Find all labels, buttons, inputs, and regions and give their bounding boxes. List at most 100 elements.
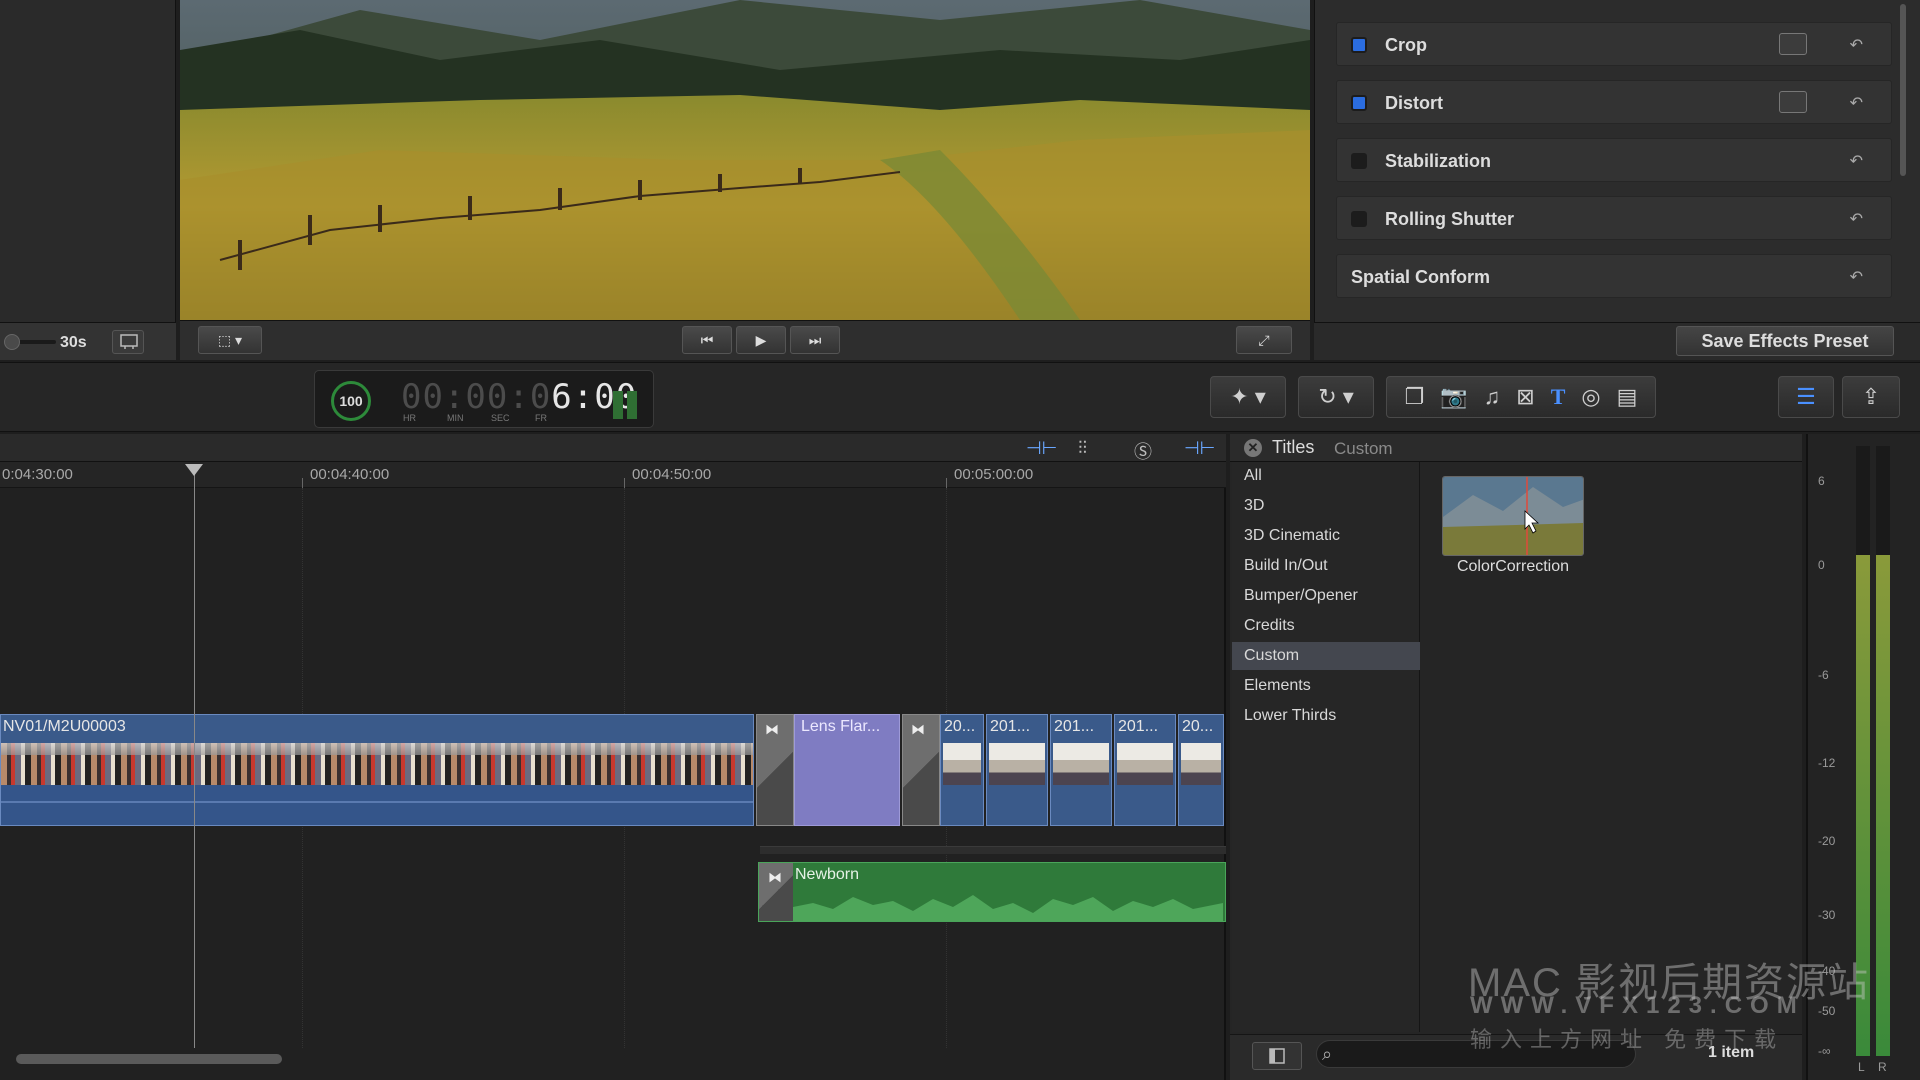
crop-onscreen-control-button[interactable] (1779, 33, 1807, 55)
category-item[interactable]: 3D (1232, 492, 1420, 520)
skimming-toggle-icon[interactable]: ⊣⊢ (1026, 438, 1057, 459)
video-clip[interactable]: 201... (1050, 714, 1112, 826)
title-thumbnail[interactable] (1442, 476, 1584, 556)
play-button[interactable]: ▶ (736, 326, 786, 354)
inspector-row-crop[interactable]: Crop ↶ (1336, 22, 1892, 66)
effects-browser-icon[interactable]: ❐ (1405, 384, 1425, 410)
audio-transition[interactable]: ⧓ (759, 863, 793, 921)
transition-icon: ⧓ (768, 869, 782, 885)
inspector-row-stabilization[interactable]: Stabilization ↶ (1336, 138, 1892, 182)
timeline-scrollbar[interactable] (16, 1054, 282, 1064)
audio-skimming-icon[interactable]: ⫶⫶ (1078, 438, 1087, 459)
inspector-row-distort[interactable]: Distort ↶ (1336, 80, 1892, 124)
primary-video-clip[interactable]: NV01/M2U00003 (0, 714, 754, 826)
rolling-shutter-enable-checkbox[interactable] (1351, 211, 1367, 227)
skip-forward-button[interactable]: ⏭ (790, 326, 840, 354)
ruler-label: 00:04:50:00 (632, 466, 712, 483)
rolling-shutter-label: Rolling Shutter (1385, 209, 1514, 229)
inspector-scrollbar[interactable] (1900, 4, 1906, 176)
clip-thumbnail (1181, 743, 1221, 785)
music-browser-icon[interactable]: ♫ (1484, 384, 1501, 410)
timecode-unit-fr: FR (535, 413, 547, 423)
transition-clip[interactable]: ⧓ (756, 714, 794, 826)
skip-back-button[interactable]: ⏮ (682, 326, 732, 354)
distort-onscreen-control-button[interactable] (1779, 91, 1807, 113)
timecode-unit-hr: HR (403, 413, 416, 423)
enhancements-button[interactable]: ✦ ▾ (1210, 376, 1286, 418)
retime-button[interactable]: ↻ ▾ (1298, 376, 1374, 418)
category-item[interactable]: All (1232, 462, 1420, 490)
timecode-dim-part: 00:00:0 (401, 377, 552, 417)
connected-storyline-bar (760, 846, 1226, 854)
spatial-conform-reset-icon[interactable]: ↶ (1850, 267, 1863, 287)
timecode-unit-sec: SEC (491, 413, 510, 423)
clip-name: 201... (990, 718, 1031, 735)
meter-channel-label: L (1858, 1060, 1865, 1074)
category-item[interactable]: Build In/Out (1232, 552, 1420, 580)
ruler-tick (946, 478, 947, 488)
meter-scale-label: 6 (1818, 474, 1825, 488)
dashboard-timecode[interactable]: 100 00:00:06:00 HR MIN SEC FR (314, 370, 654, 428)
timeline-ruler[interactable]: 0:04:30:00 00:04:40:00 00:04:50:00 00:05… (0, 462, 1226, 488)
video-clip[interactable]: 20... (1178, 714, 1224, 826)
generators-browser-icon[interactable]: ◎ (1581, 384, 1600, 410)
category-item[interactable]: Credits (1232, 612, 1420, 640)
crop-label: Crop (1385, 35, 1427, 55)
category-item[interactable]: Bumper/Opener (1232, 582, 1420, 610)
clip-audio-waveform (1, 785, 753, 825)
category-item-selected[interactable]: Custom (1232, 642, 1420, 670)
distort-label: Distort (1385, 93, 1443, 113)
category-item[interactable]: Lower Thirds (1232, 702, 1420, 730)
skip-forward-icon: ⏭ (808, 331, 822, 348)
spatial-conform-label: Spatial Conform (1351, 267, 1491, 287)
clip-zoom-slider-track[interactable] (16, 340, 56, 344)
meter-scale-label: 0 (1818, 558, 1825, 572)
crop-enable-checkbox[interactable] (1351, 37, 1367, 53)
colorcorrection-preview (1443, 477, 1583, 555)
titles-browser-icon[interactable]: T (1551, 384, 1566, 410)
audio-mini-meter-right (627, 391, 637, 419)
video-clip[interactable]: 201... (1114, 714, 1176, 826)
lens-flare-title-clip[interactable]: Lens Flar... (794, 714, 900, 826)
stabilization-enable-checkbox[interactable] (1351, 153, 1367, 169)
clip-thumbnail (1117, 743, 1173, 785)
playhead-line[interactable] (194, 464, 195, 1048)
distort-enable-checkbox[interactable] (1351, 95, 1367, 111)
themes-browser-icon[interactable]: ▤ (1617, 384, 1638, 410)
clip-zoom-slider-handle[interactable] (4, 334, 20, 350)
snapping-icon[interactable]: ⊣⊢ (1184, 438, 1215, 459)
search-icon: ⌕ (1322, 1044, 1333, 1064)
meter-right (1876, 446, 1890, 1056)
transition-clip[interactable]: ⧓ (902, 714, 940, 826)
meter-channel-label: R (1878, 1060, 1887, 1074)
video-clip[interactable]: 201... (986, 714, 1048, 826)
transitions-browser-icon[interactable]: ⊠ (1516, 384, 1534, 410)
fullscreen-button[interactable]: ⤢ (1236, 326, 1292, 354)
title-thumbnail-label: ColorCorrection (1456, 558, 1570, 575)
save-effects-preset-button[interactable]: Save Effects Preset (1676, 326, 1894, 356)
filmstrip-view-button[interactable] (112, 330, 144, 354)
crop-reset-icon[interactable]: ↶ (1850, 35, 1863, 55)
stabilization-reset-icon[interactable]: ↶ (1850, 151, 1863, 171)
distort-reset-icon[interactable]: ↶ (1850, 93, 1863, 113)
inspector-row-rolling-shutter[interactable]: Rolling Shutter ↶ (1336, 196, 1892, 240)
category-item[interactable]: Elements (1232, 672, 1420, 700)
video-clip[interactable]: 20... (940, 714, 984, 826)
view-options-button[interactable]: ⬚ ▾ (198, 326, 262, 354)
audio-clip[interactable]: ⧓ Newborn (758, 862, 1226, 922)
inspector-toggle-button[interactable]: ☰ (1778, 376, 1834, 418)
transform-icon: ⬚ ▾ (217, 331, 243, 348)
solo-icon[interactable]: Ⓢ (1134, 438, 1152, 464)
close-icon[interactable]: ✕ (1244, 439, 1262, 457)
playhead-marker[interactable] (185, 464, 203, 476)
watermark-line-3: 输入上方网址 免费下载 (1470, 1027, 1785, 1052)
inspector-row-spatial-conform[interactable]: Spatial Conform ↶ (1336, 254, 1892, 298)
sidebar-toggle-button[interactable] (1252, 1042, 1302, 1070)
photo-browser-icon[interactable]: 📷 (1440, 384, 1467, 410)
background-tasks-indicator[interactable]: 100 (331, 381, 371, 421)
rolling-shutter-reset-icon[interactable]: ↶ (1850, 209, 1863, 229)
inspector-icon: ☰ (1796, 384, 1816, 409)
share-button[interactable]: ⇪ (1842, 376, 1900, 418)
ruler-label: 0:04:30:00 (2, 466, 73, 483)
category-item[interactable]: 3D Cinematic (1232, 522, 1420, 550)
